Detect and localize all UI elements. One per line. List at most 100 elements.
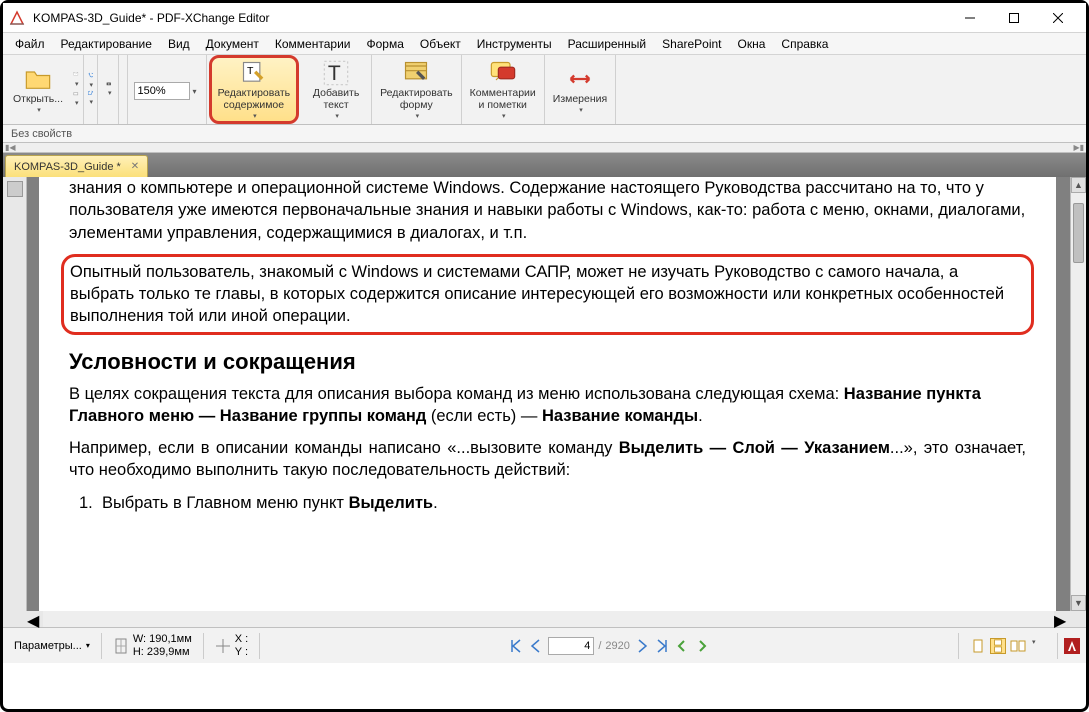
close-button[interactable]	[1036, 4, 1080, 32]
toolbar-group-editform: Редактировать форму	[372, 55, 462, 124]
paragraph-3: В целях сокращения текста для описания в…	[69, 383, 1026, 428]
svg-text:T: T	[247, 66, 254, 78]
menu-sharepoint[interactable]: SharePoint	[654, 35, 729, 53]
nav-fwd-icon[interactable]	[694, 638, 710, 654]
toolbar-group-undo	[84, 55, 99, 124]
page-number-input[interactable]	[548, 637, 594, 655]
toolbar-group-zoom: 1:1 ▾	[128, 55, 207, 124]
cursor-pos-display: X : Y :	[210, 633, 253, 657]
list-item-1: 1. Выбрать в Главном меню пункт Выделить…	[79, 492, 1026, 514]
sidebar-toggle-icon[interactable]	[7, 181, 23, 197]
page-size-icon	[113, 638, 129, 654]
comments-icon	[489, 59, 517, 87]
edit-content-icon: T	[240, 59, 268, 87]
snapshot-icon[interactable]	[106, 81, 112, 99]
menu-windows[interactable]: Окна	[730, 35, 774, 53]
redo-icon[interactable]	[88, 90, 94, 108]
add-text-icon: T	[322, 59, 350, 87]
menu-comments[interactable]: Комментарии	[267, 35, 359, 53]
menu-tools[interactable]: Инструменты	[469, 35, 560, 53]
edit-content-button[interactable]: T Редактировать содержимое	[214, 58, 295, 122]
statusbar: Параметры...▾ W: 190,1мм H: 239,9мм X : …	[3, 627, 1086, 663]
paragraph-1: знания о компьютере и операционной систе…	[69, 177, 1026, 244]
cursor-y: Y :	[235, 646, 248, 658]
nav-back-icon[interactable]	[674, 638, 690, 654]
window-title: KOMPAS-3D_Guide* - PDF-XChange Editor	[33, 11, 948, 25]
scroll-down-icon[interactable]: ▼	[1071, 595, 1086, 611]
document-area: знания о компьютере и операционной систе…	[3, 177, 1086, 611]
toolbar-group-tools: T	[98, 55, 119, 124]
menu-help[interactable]: Справка	[773, 35, 836, 53]
scroll-track[interactable]	[1071, 193, 1086, 595]
layout-more-icon[interactable]	[1030, 638, 1046, 654]
chevron-down-icon[interactable]: ▾	[193, 87, 197, 96]
scroll-left-icon[interactable]: ◀	[27, 611, 43, 627]
page-content[interactable]: знания о компьютере и операционной систе…	[39, 177, 1056, 611]
comments-button[interactable]: Комментарии и пометки	[466, 58, 540, 122]
tab-label: KOMPAS-3D_Guide *	[14, 161, 121, 173]
highlighted-paragraph: Опытный пользователь, знакомый с Windows…	[61, 254, 1034, 335]
first-page-icon[interactable]	[508, 638, 524, 654]
folder-open-icon	[24, 65, 52, 93]
nav-first-icon[interactable]: ▮◀	[5, 143, 16, 152]
menu-object[interactable]: Объект	[412, 35, 469, 53]
svg-text:T: T	[328, 62, 341, 85]
scroll-up-icon[interactable]: ▲	[1071, 177, 1086, 193]
continuous-icon[interactable]	[990, 638, 1006, 654]
menu-edit[interactable]: Редактирование	[53, 35, 160, 53]
crosshair-icon	[215, 638, 231, 654]
titlebar: KOMPAS-3D_Guide* - PDF-XChange Editor	[3, 3, 1086, 33]
menu-advanced[interactable]: Расширенный	[560, 35, 655, 53]
last-page-icon[interactable]	[654, 638, 670, 654]
edit-form-icon	[402, 59, 430, 87]
nav-ruler: ▮◀ ▶▮	[3, 143, 1086, 153]
undo-icon[interactable]	[88, 72, 94, 90]
add-text-button[interactable]: T Добавить текст	[305, 58, 367, 122]
scroll-thumb[interactable]	[1073, 203, 1084, 263]
scan-icon[interactable]	[73, 91, 79, 109]
options-button[interactable]: Параметры...▾	[9, 640, 95, 652]
menubar: Файл Редактирование Вид Документ Коммент…	[3, 33, 1086, 55]
open-button[interactable]: Открыть...	[7, 58, 69, 122]
no-properties-label: Без свойств	[11, 128, 72, 140]
options-label: Параметры...	[14, 640, 82, 652]
menu-view[interactable]: Вид	[160, 35, 198, 53]
scroll-h-track[interactable]	[43, 611, 1054, 627]
highlight-edit-content: T Редактировать содержимое	[209, 55, 300, 124]
measure-button[interactable]: Измерения	[549, 58, 611, 122]
scrollbar-vertical[interactable]: ▲ ▼	[1070, 177, 1086, 611]
page-width: W: 190,1мм	[133, 633, 192, 645]
email-icon[interactable]	[73, 71, 79, 89]
scroll-right-icon[interactable]: ▶	[1054, 611, 1070, 627]
layout-controls	[965, 638, 1051, 654]
properties-bar: Без свойств	[3, 125, 1086, 143]
edit-form-button[interactable]: Редактировать форму	[376, 58, 457, 122]
zoom-input[interactable]	[134, 82, 190, 100]
app-icon	[9, 10, 25, 26]
sidebar-collapsed[interactable]	[3, 177, 27, 611]
page-height: H: 239,9мм	[133, 646, 192, 658]
prev-page-icon[interactable]	[528, 638, 544, 654]
two-page-icon[interactable]	[1010, 638, 1026, 654]
close-icon[interactable]: ✕	[131, 161, 139, 172]
document-tabs: KOMPAS-3D_Guide * ✕	[3, 153, 1086, 177]
page-navigation: /2920	[503, 637, 715, 655]
menu-file[interactable]: Файл	[7, 35, 53, 53]
menu-form[interactable]: Форма	[358, 35, 411, 53]
scrollbar-horizontal[interactable]: ◀ ▶	[3, 611, 1086, 627]
menu-document[interactable]: Документ	[198, 35, 267, 53]
adobe-icon[interactable]	[1064, 638, 1080, 654]
single-page-icon[interactable]	[970, 638, 986, 654]
toolbar-group-comments: Комментарии и пометки	[462, 55, 545, 124]
measure-icon	[566, 65, 594, 93]
paragraph-2: Опытный пользователь, знакомый с Windows…	[70, 261, 1025, 328]
maximize-button[interactable]	[992, 4, 1036, 32]
minimize-button[interactable]	[948, 4, 992, 32]
toolbar: Открыть... T 1:1	[3, 55, 1086, 125]
nav-last-icon[interactable]: ▶▮	[1073, 143, 1084, 152]
paragraph-4: Например, если в описании команды написа…	[69, 437, 1026, 482]
window-controls	[948, 4, 1080, 32]
tab-document[interactable]: KOMPAS-3D_Guide * ✕	[5, 155, 148, 177]
next-page-icon[interactable]	[634, 638, 650, 654]
page-total: 2920	[605, 640, 629, 652]
